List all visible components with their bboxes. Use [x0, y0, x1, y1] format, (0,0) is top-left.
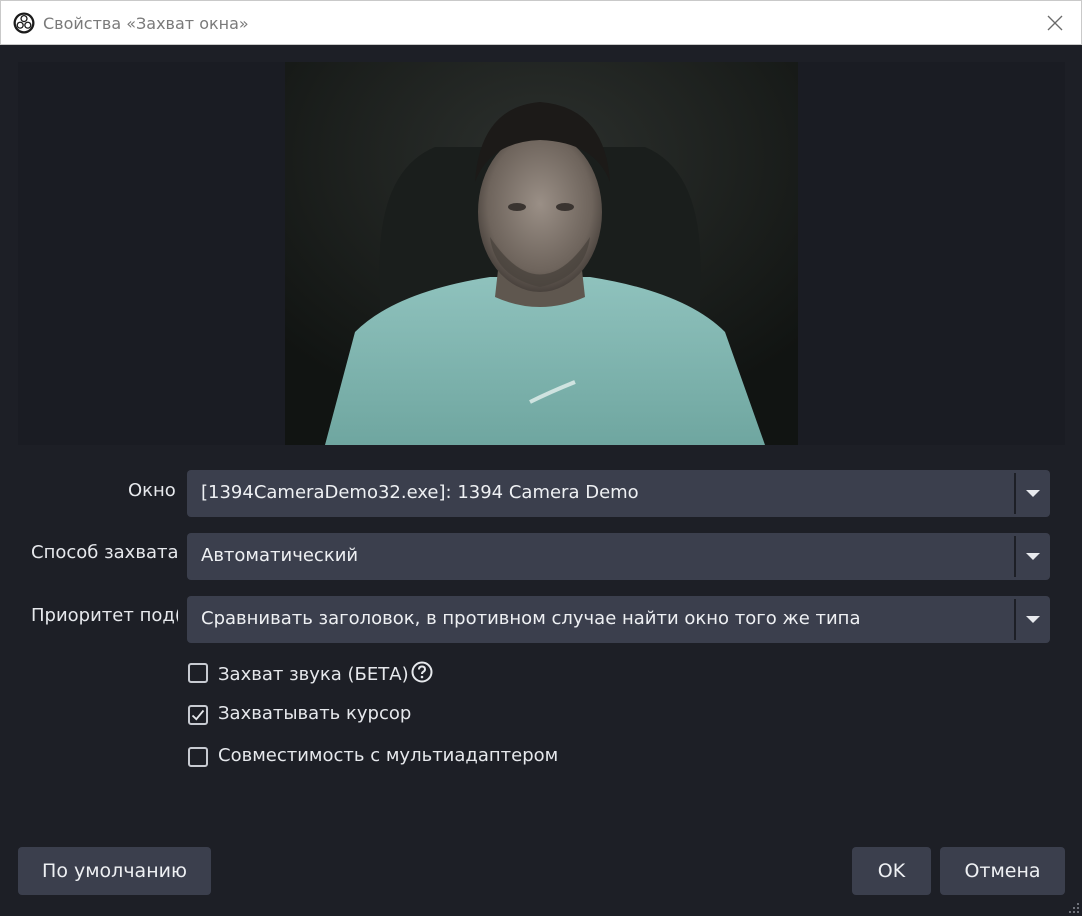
source-preview: [18, 62, 1065, 445]
close-icon: [1047, 15, 1063, 31]
combo-divider: [1014, 599, 1016, 640]
ok-button[interactable]: OK: [852, 847, 931, 895]
defaults-button[interactable]: По умолчанию: [18, 847, 211, 895]
window-select[interactable]: [1394CameraDemo32.exe]: 1394 Camera Demo: [187, 470, 1050, 517]
properties-dialog: Свойства «Захват окна» Окно [1394CameraD…: [0, 0, 1082, 916]
capture-cursor-label: Захватывать курсор: [218, 703, 412, 724]
webcam-person-image: [285, 62, 798, 445]
cancel-button[interactable]: Отмена: [940, 847, 1065, 895]
capture-method-value: Автоматический: [201, 545, 359, 566]
capture-audio-checkbox[interactable]: [188, 663, 208, 683]
window-title: Свойства «Захват окна»: [43, 14, 249, 33]
camera-preview-image: [285, 62, 798, 445]
chevron-down-icon[interactable]: [1026, 490, 1040, 497]
obs-logo-icon: [13, 12, 35, 34]
combo-divider: [1014, 473, 1016, 514]
title-bar: Свойства «Захват окна»: [0, 0, 1082, 45]
help-icon[interactable]: [411, 661, 433, 683]
window-match-priority-select[interactable]: Сравнивать заголовок, в противном случае…: [187, 596, 1050, 643]
multi-adapter-checkbox[interactable]: [188, 747, 208, 767]
capture-cursor-checkbox[interactable]: [188, 705, 208, 725]
close-button[interactable]: [1037, 5, 1073, 41]
window-label: Окно: [128, 480, 176, 501]
window-match-priority-label: Приоритет под(: [31, 605, 178, 626]
chevron-down-icon[interactable]: [1026, 616, 1040, 623]
capture-audio-label: Захват звука (БЕТА): [218, 661, 433, 685]
combo-divider: [1014, 536, 1016, 577]
capture-method-label: Способ захвата: [31, 542, 179, 563]
window-match-priority-value: Сравнивать заголовок, в противном случае…: [201, 608, 861, 629]
chevron-down-icon[interactable]: [1026, 553, 1040, 560]
window-select-value: [1394CameraDemo32.exe]: 1394 Camera Demo: [201, 482, 639, 503]
checkmark-icon: [191, 709, 205, 721]
multi-adapter-label: Совместимость с мультиадаптером: [218, 745, 559, 766]
resize-grip-icon[interactable]: [1068, 902, 1080, 914]
capture-method-select[interactable]: Автоматический: [187, 533, 1050, 580]
